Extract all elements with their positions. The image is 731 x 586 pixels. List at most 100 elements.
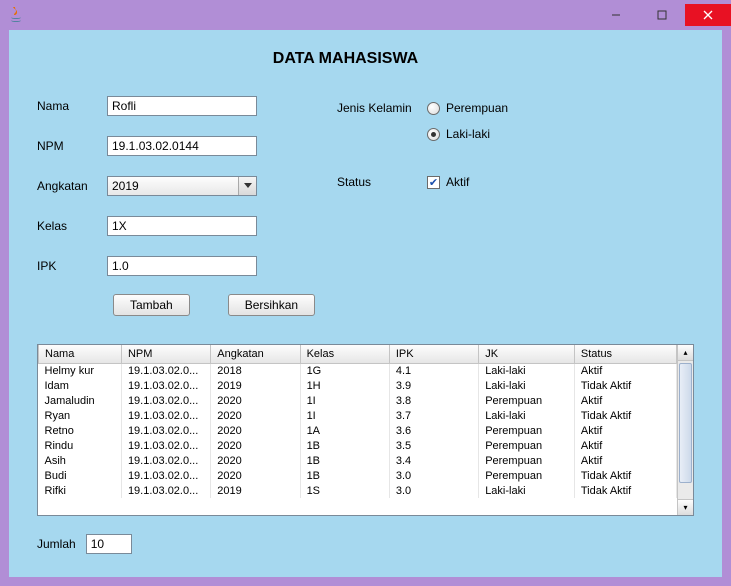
table-cell: Asih <box>39 453 122 468</box>
table-cell: 1A <box>300 423 389 438</box>
table-cell: 1I <box>300 408 389 423</box>
jumlah-input[interactable] <box>86 534 132 554</box>
table-cell: 19.1.03.02.0... <box>121 483 210 498</box>
table-cell: Budi <box>39 468 122 483</box>
table-row[interactable]: Rifki19.1.03.02.0...20191S3.0Laki-lakiTi… <box>39 483 677 498</box>
table-row[interactable]: Jamaludin19.1.03.02.0...20201I3.8Perempu… <box>39 393 677 408</box>
label-kelas: Kelas <box>37 219 107 233</box>
table-cell: 19.1.03.02.0... <box>121 393 210 408</box>
table-cell: 3.4 <box>389 453 478 468</box>
table-cell: 19.1.03.02.0... <box>121 378 210 393</box>
java-icon <box>8 7 24 23</box>
table-cell: 3.5 <box>389 438 478 453</box>
bersihkan-button[interactable]: Bersihkan <box>228 294 315 316</box>
tambah-button[interactable]: Tambah <box>113 294 190 316</box>
table-cell: Tidak Aktif <box>574 408 676 423</box>
chevron-down-icon <box>238 177 256 195</box>
label-jumlah: Jumlah <box>37 537 76 551</box>
th-jk[interactable]: JK <box>479 345 575 363</box>
table-cell: 2020 <box>211 438 300 453</box>
th-angkatan[interactable]: Angkatan <box>211 345 300 363</box>
table-cell: 2019 <box>211 378 300 393</box>
maximize-button[interactable] <box>639 4 685 26</box>
label-jenis-kelamin: Jenis Kelamin <box>337 101 427 115</box>
table-cell: Ryan <box>39 408 122 423</box>
radio-icon <box>427 102 440 115</box>
table-row[interactable]: Retno19.1.03.02.0...20201A3.6PerempuanAk… <box>39 423 677 438</box>
minimize-button[interactable] <box>593 4 639 26</box>
table-row[interactable]: Helmy kur19.1.03.02.0...20181G4.1Laki-la… <box>39 363 677 378</box>
table-header-row: Nama NPM Angkatan Kelas IPK JK Status <box>39 345 677 363</box>
table-cell: Rifki <box>39 483 122 498</box>
table-row[interactable]: Ryan19.1.03.02.0...20201I3.7Laki-lakiTid… <box>39 408 677 423</box>
table-cell: Perempuan <box>479 438 575 453</box>
th-kelas[interactable]: Kelas <box>300 345 389 363</box>
label-npm: NPM <box>37 139 107 153</box>
scroll-up-icon[interactable]: ▴ <box>678 345 693 361</box>
table-cell: 19.1.03.02.0... <box>121 408 210 423</box>
table-cell: Aktif <box>574 423 676 438</box>
table-cell: Aktif <box>574 438 676 453</box>
table-cell: Tidak Aktif <box>574 483 676 498</box>
table-row[interactable]: Rindu19.1.03.02.0...20201B3.5PerempuanAk… <box>39 438 677 453</box>
table-cell: Laki-laki <box>479 378 575 393</box>
radio-laki-laki-label: Laki-laki <box>446 127 490 141</box>
data-table: Nama NPM Angkatan Kelas IPK JK Status He… <box>37 344 694 516</box>
titlebar <box>0 0 731 30</box>
th-npm[interactable]: NPM <box>121 345 210 363</box>
label-ipk: IPK <box>37 259 107 273</box>
th-ipk[interactable]: IPK <box>389 345 478 363</box>
table-cell: 2019 <box>211 483 300 498</box>
table-cell: 1B <box>300 438 389 453</box>
radio-laki-laki[interactable]: Laki-laki <box>427 124 490 144</box>
ipk-input[interactable] <box>107 256 257 276</box>
table-cell: 19.1.03.02.0... <box>121 438 210 453</box>
table-cell: 1H <box>300 378 389 393</box>
table-cell: Idam <box>39 378 122 393</box>
table-cell: 2020 <box>211 453 300 468</box>
close-button[interactable] <box>685 4 731 26</box>
table-cell: Jamaludin <box>39 393 122 408</box>
table-cell: 3.0 <box>389 483 478 498</box>
table-cell: 19.1.03.02.0... <box>121 468 210 483</box>
angkatan-combobox[interactable]: 2019 <box>107 176 257 196</box>
table-cell: Perempuan <box>479 393 575 408</box>
table-cell: 19.1.03.02.0... <box>121 453 210 468</box>
table-cell: 19.1.03.02.0... <box>121 363 210 378</box>
table-row[interactable]: Budi19.1.03.02.0...20201B3.0PerempuanTid… <box>39 468 677 483</box>
vertical-scrollbar[interactable]: ▴ ▾ <box>677 345 693 515</box>
table-cell: 19.1.03.02.0... <box>121 423 210 438</box>
table-row[interactable]: Asih19.1.03.02.0...20201B3.4PerempuanAkt… <box>39 453 677 468</box>
nama-input[interactable] <box>107 96 257 116</box>
table-cell: Perempuan <box>479 468 575 483</box>
table-cell: Laki-laki <box>479 408 575 423</box>
npm-input[interactable] <box>107 136 257 156</box>
scroll-down-icon[interactable]: ▾ <box>678 499 693 515</box>
table-row[interactable]: Idam19.1.03.02.0...20191H3.9Laki-lakiTid… <box>39 378 677 393</box>
kelas-input[interactable] <box>107 216 257 236</box>
table-cell: 1I <box>300 393 389 408</box>
checkbox-aktif[interactable]: ✔ Aktif <box>427 172 469 192</box>
th-nama[interactable]: Nama <box>39 345 122 363</box>
table-cell: 3.0 <box>389 468 478 483</box>
table-cell: Tidak Aktif <box>574 468 676 483</box>
table-cell: Helmy kur <box>39 363 122 378</box>
check-icon: ✔ <box>427 176 440 189</box>
table-cell: 2020 <box>211 423 300 438</box>
label-nama: Nama <box>37 99 107 113</box>
table-cell: 3.9 <box>389 378 478 393</box>
table-cell: Tidak Aktif <box>574 378 676 393</box>
table-cell: 2020 <box>211 393 300 408</box>
th-status[interactable]: Status <box>574 345 676 363</box>
table-cell: 2020 <box>211 468 300 483</box>
table-cell: Perempuan <box>479 453 575 468</box>
scroll-thumb[interactable] <box>679 363 692 483</box>
table-cell: Aktif <box>574 453 676 468</box>
table-cell: Laki-laki <box>479 483 575 498</box>
radio-perempuan[interactable]: Perempuan <box>427 98 508 118</box>
radio-icon <box>427 128 440 141</box>
table-cell: Retno <box>39 423 122 438</box>
table-cell: 1S <box>300 483 389 498</box>
table-cell: 2020 <box>211 408 300 423</box>
table-cell: 1G <box>300 363 389 378</box>
